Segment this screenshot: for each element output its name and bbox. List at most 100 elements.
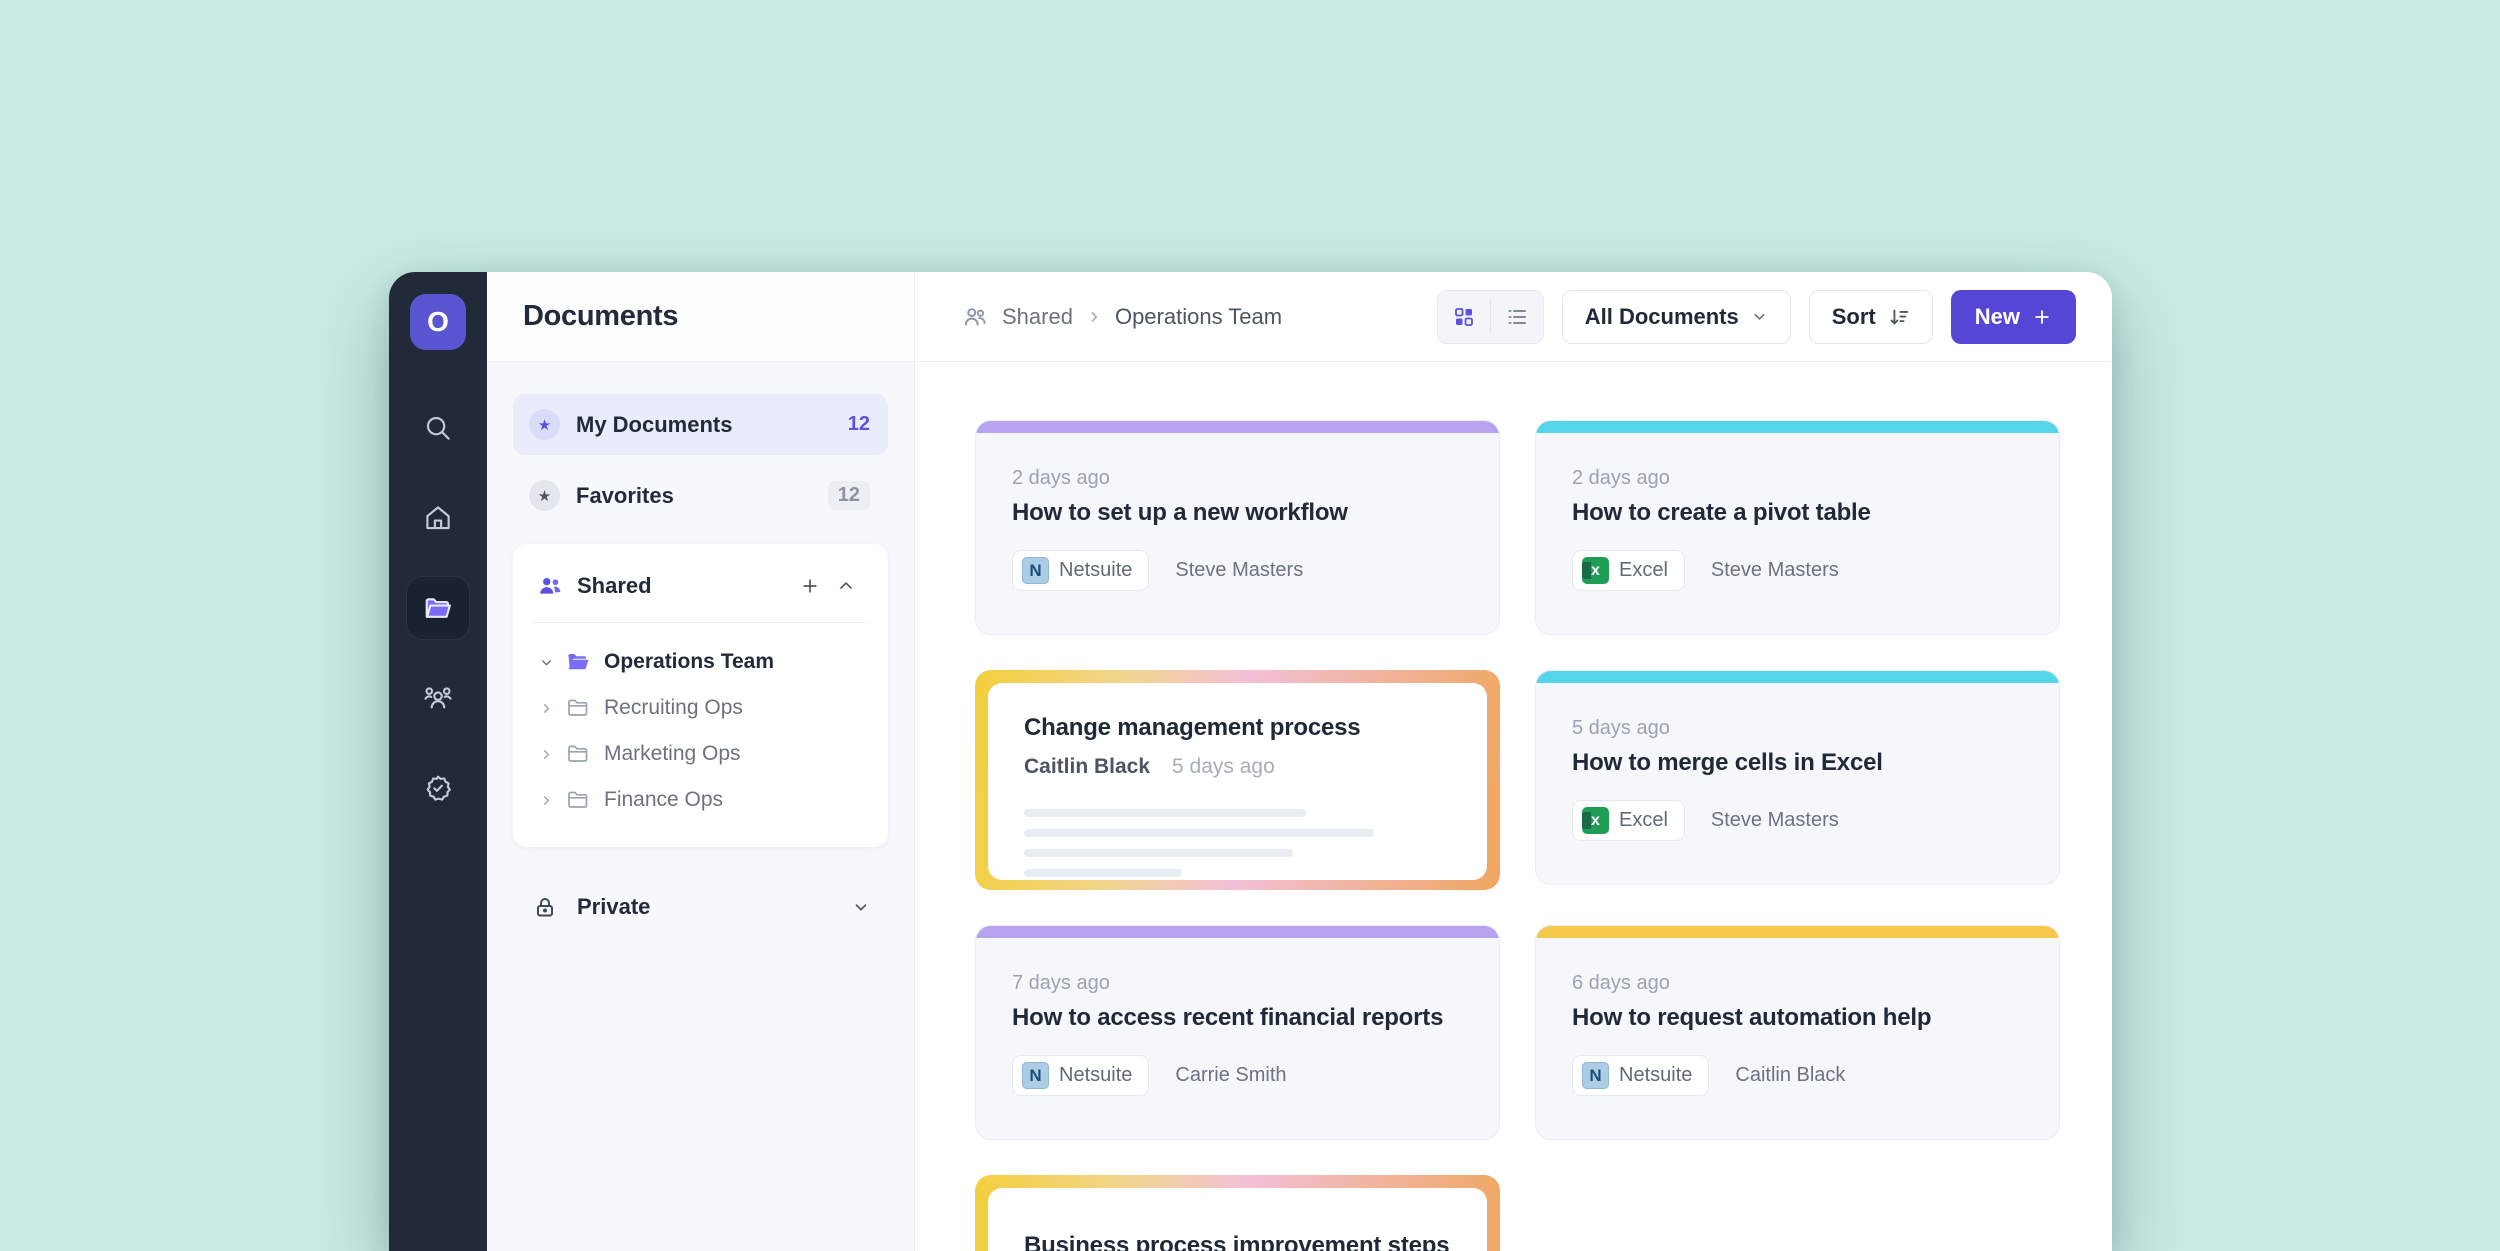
grid-view-button[interactable] [1438,291,1490,343]
teams-button[interactable] [406,666,470,730]
shared-users-icon [537,573,563,599]
lock-icon [533,895,557,919]
plus-icon [800,576,820,596]
card-date: 5 days ago [1172,755,1275,779]
app-badge-label: Netsuite [1619,1064,1692,1087]
sort-icon [1888,306,1910,328]
card-title: How to create a pivot table [1572,499,2023,527]
folder-open-icon [423,593,453,623]
tree-item-operations-team[interactable]: Operations Team [533,639,868,685]
card-author: Steve Masters [1175,559,1303,582]
star-icon: ★ [529,409,560,440]
sidebar-item-label: Favorites [576,483,828,509]
document-card[interactable]: 5 days ago How to merge cells in Excel x… [1535,670,2060,885]
document-grid: 2 days ago How to set up a new workflow … [915,362,2112,1251]
home-button[interactable] [406,486,470,550]
app-badge-label: Netsuite [1059,1064,1132,1087]
grid-view-icon [1452,305,1476,329]
tree-item-finance-ops[interactable]: Finance Ops [533,777,868,823]
tree-item-recruiting-ops[interactable]: Recruiting Ops [533,685,868,731]
count-badge: 12 [828,481,870,510]
page-title: Documents [523,300,678,333]
tree-item-label: Finance Ops [604,788,723,812]
chevron-up-icon [836,576,856,596]
document-card[interactable]: 6 days ago How to request automation hel… [1535,925,2060,1140]
main-header: Shared Operations Team All Documents [915,272,2112,362]
card-accent-bar [976,421,1499,433]
tree-item-label: Recruiting Ops [604,696,743,720]
breadcrumb-root[interactable]: Shared [1002,304,1073,330]
document-card[interactable]: 2 days ago How to create a pivot table x… [1535,420,2060,635]
tree-item-label: Operations Team [604,650,774,674]
excel-icon: x [1582,557,1609,584]
documents-button[interactable] [406,576,470,640]
card-date: 7 days ago [1012,972,1463,995]
app-badge: x Excel [1572,550,1685,591]
card-title: How to merge cells in Excel [1572,749,2023,777]
card-accent-bar [1536,421,2059,433]
app-badge-label: Netsuite [1059,559,1132,582]
new-document-button[interactable]: New [1951,290,2076,344]
search-icon [423,413,453,443]
card-title: How to set up a new workflow [1012,499,1463,527]
text-skeleton [1024,809,1451,877]
tree-item-marketing-ops[interactable]: Marketing Ops [533,731,868,777]
breadcrumb-current: Operations Team [1115,304,1282,330]
collapse-shared-button[interactable] [828,568,864,604]
app-badge-label: Excel [1619,559,1668,582]
card-title: How to access recent financial reports [1012,1004,1463,1032]
card-title: Business process improvement steps [1024,1232,1451,1251]
divider [533,622,868,623]
card-date: 2 days ago [1012,467,1463,490]
sort-button-label: Sort [1832,304,1876,330]
star-icon: ★ [529,480,560,511]
chevron-right-icon [1087,310,1101,324]
folder-icon [566,788,590,812]
card-title: How to request automation help [1572,1004,2023,1032]
add-shared-folder-button[interactable] [792,568,828,604]
chevron-down-icon [852,898,870,916]
verified-button[interactable] [406,756,470,820]
shared-users-icon [962,304,988,330]
folder-open-icon [566,650,590,674]
card-author: Steve Masters [1711,559,1839,582]
filter-dropdown-label: All Documents [1585,304,1739,330]
filter-dropdown[interactable]: All Documents [1562,290,1791,344]
home-icon [423,503,453,533]
document-preview-card[interactable]: Business process improvement steps [975,1175,1500,1251]
document-card[interactable]: 2 days ago How to set up a new workflow … [975,420,1500,635]
app-logo[interactable]: O [410,294,466,350]
card-date: 2 days ago [1572,467,2023,490]
app-window: O Documents ★ My Docu [389,272,2112,1251]
sidebar-item-my-documents[interactable]: ★ My Documents 12 [513,394,888,455]
card-accent-bar [1536,926,2059,938]
app-badge: N Netsuite [1572,1055,1709,1096]
chevron-right-icon [539,701,554,716]
chevron-down-icon [539,655,554,670]
plus-icon [2032,307,2052,327]
excel-icon: x [1582,807,1609,834]
sidebar-item-private[interactable]: Private [513,877,888,937]
card-author: Caitlin Black [1024,755,1150,779]
netsuite-icon: N [1022,1062,1049,1089]
search-button[interactable] [406,396,470,460]
app-badge: N Netsuite [1012,1055,1149,1096]
folder-icon [566,696,590,720]
sort-button[interactable]: Sort [1809,290,1933,344]
card-author: Steve Masters [1711,809,1839,832]
chevron-down-icon [1751,308,1768,325]
netsuite-icon: N [1022,557,1049,584]
card-accent-bar [1536,671,2059,683]
card-author: Carrie Smith [1175,1064,1286,1087]
sidebar-item-label: Private [577,894,852,920]
list-view-button[interactable] [1491,291,1543,343]
view-toggle [1437,290,1544,344]
document-card[interactable]: 7 days ago How to access recent financia… [975,925,1500,1140]
sidebar-item-favorites[interactable]: ★ Favorites 12 [513,465,888,526]
new-button-label: New [1975,304,2020,330]
chevron-right-icon [539,747,554,762]
folder-icon [566,742,590,766]
card-accent-bar [976,926,1499,938]
card-title: Change management process [1024,714,1451,742]
document-preview-card[interactable]: Change management process Caitlin Black … [975,670,1500,890]
